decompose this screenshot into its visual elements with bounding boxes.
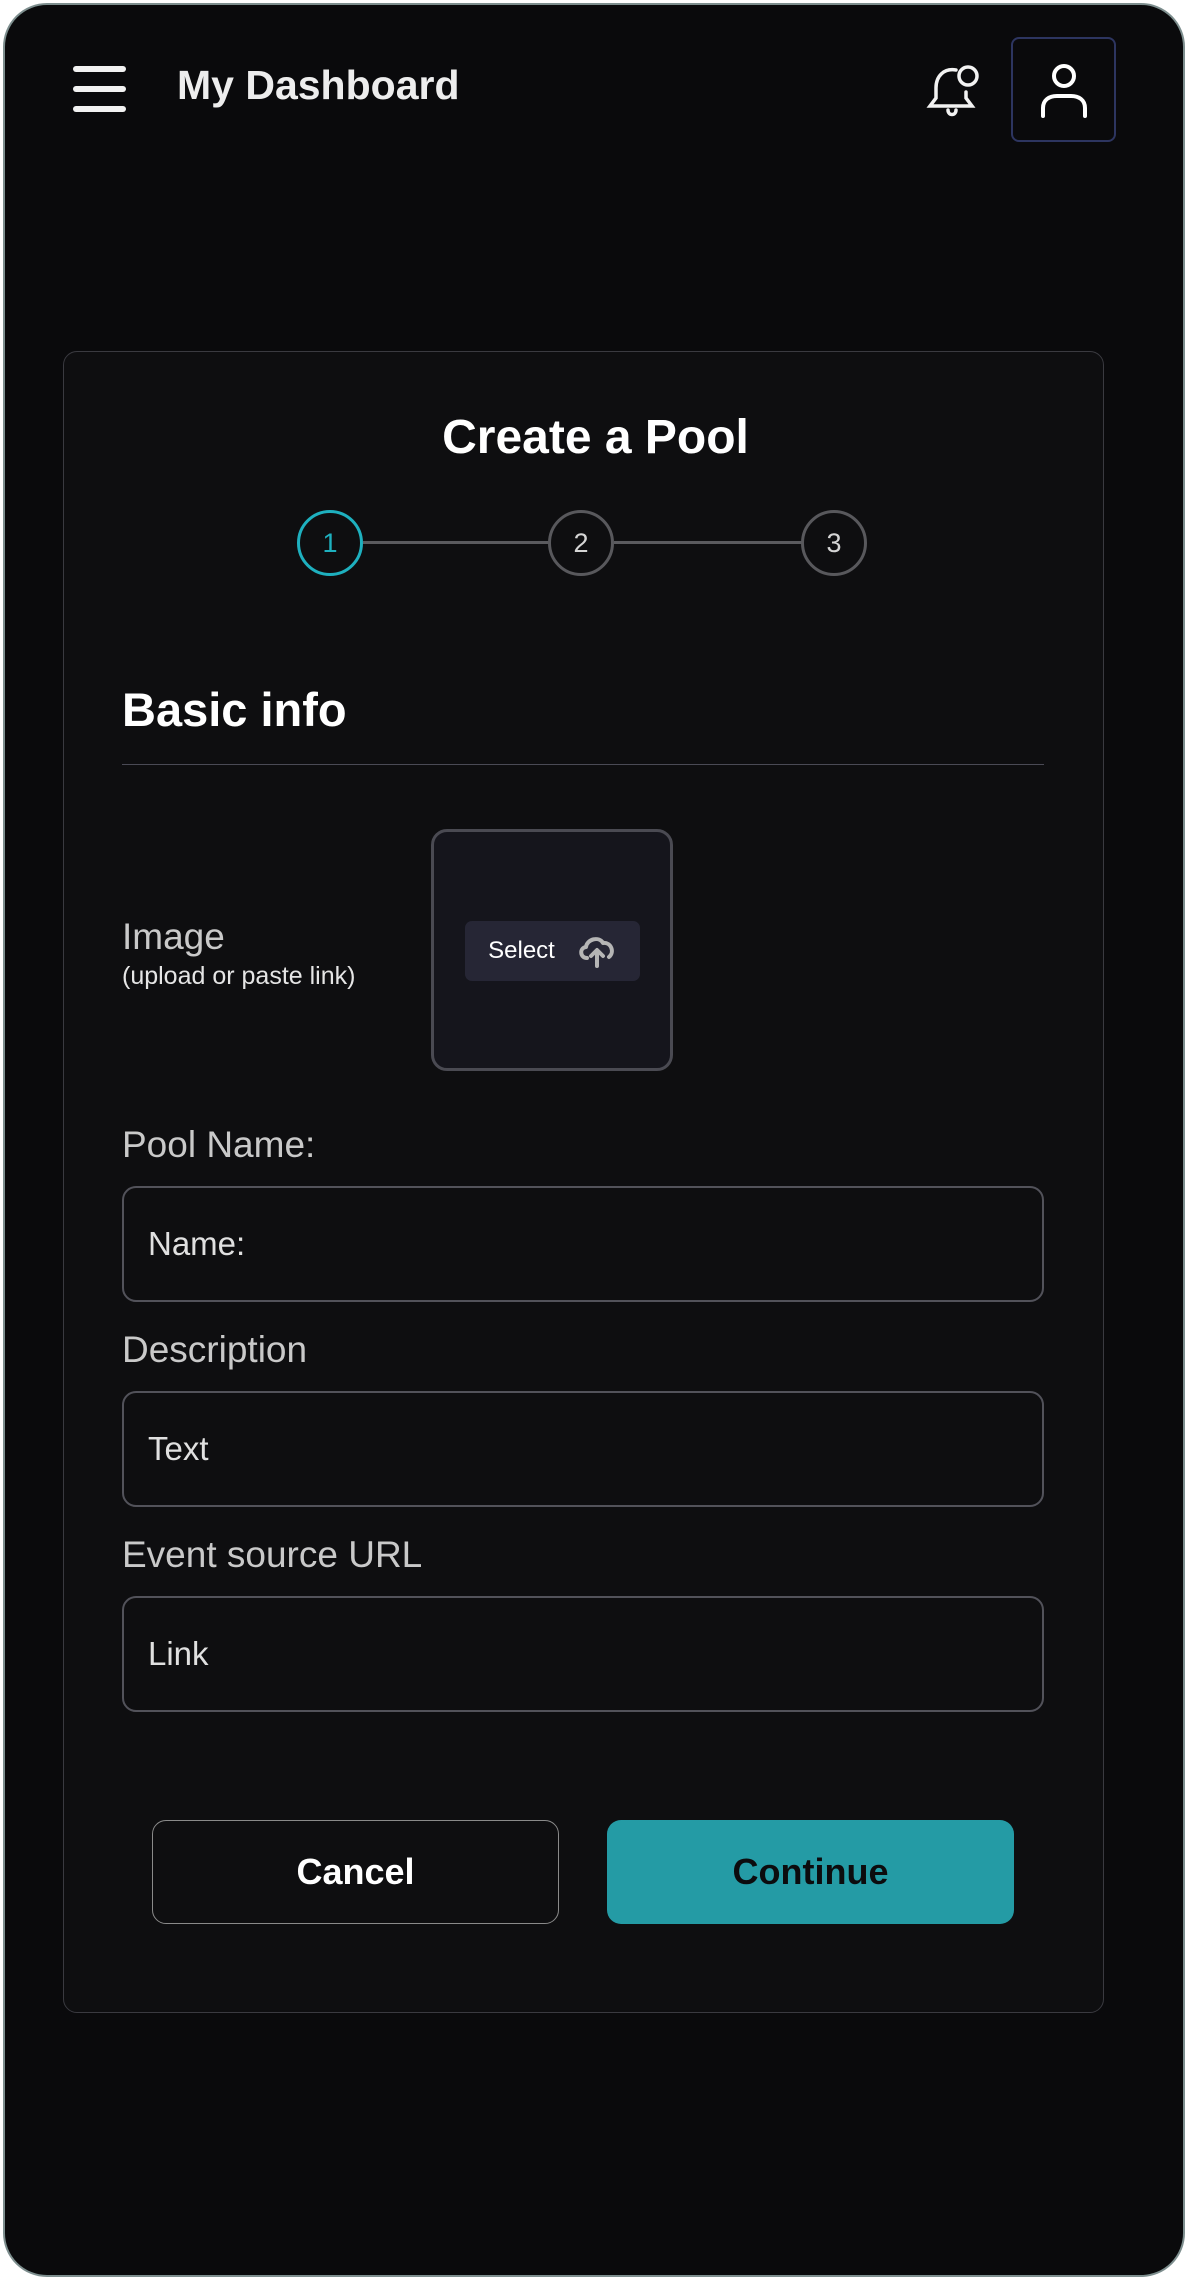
select-label: Select	[488, 937, 555, 964]
hamburger-icon[interactable]	[73, 66, 126, 112]
cancel-button[interactable]: Cancel	[152, 1820, 559, 1924]
profile-button[interactable]	[1011, 37, 1116, 142]
step-2: 2	[548, 510, 614, 576]
create-pool-card	[63, 351, 1104, 2013]
image-sublabel: (upload or paste link)	[122, 962, 356, 990]
section-title: Basic info	[122, 683, 347, 736]
step-connector	[363, 541, 549, 544]
bell-icon[interactable]	[926, 60, 982, 120]
image-label: Image	[122, 916, 225, 957]
cloud-upload-icon	[579, 937, 614, 968]
select-image-button[interactable]: Select	[465, 921, 640, 981]
divider	[122, 764, 1044, 765]
user-icon	[1040, 63, 1087, 118]
card-title: Create a Pool	[442, 411, 749, 464]
event-url-input[interactable]	[122, 1596, 1044, 1712]
description-input[interactable]	[122, 1391, 1044, 1507]
step-connector	[614, 541, 802, 544]
app-title: My Dashboard	[177, 62, 460, 108]
pool-name-input[interactable]	[122, 1186, 1044, 1302]
pool-name-label: Pool Name:	[122, 1124, 316, 1165]
continue-button[interactable]: Continue	[607, 1820, 1014, 1924]
step-1: 1	[297, 510, 363, 576]
event-url-label: Event source URL	[122, 1534, 423, 1575]
step-3: 3	[801, 510, 867, 576]
description-label: Description	[122, 1329, 308, 1370]
